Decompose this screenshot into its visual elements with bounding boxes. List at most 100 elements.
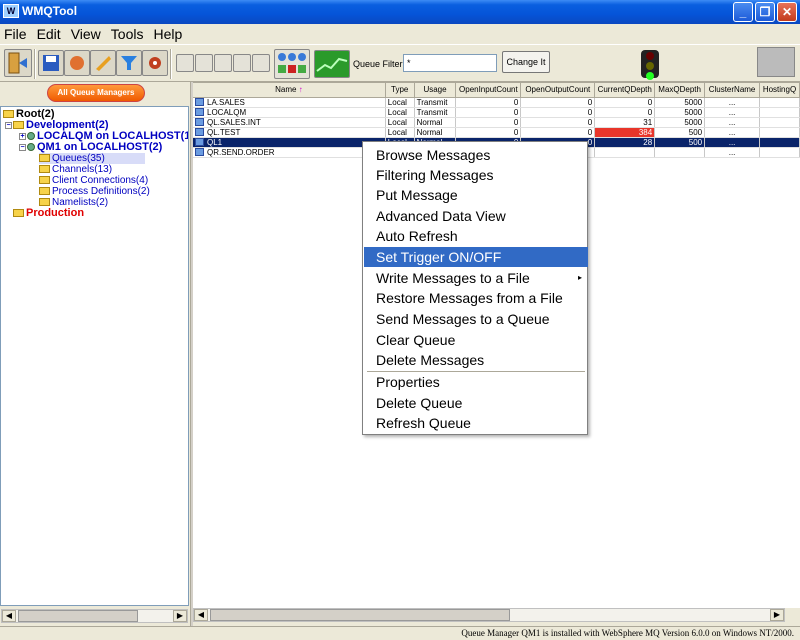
scrollbar-thumb[interactable] — [18, 610, 138, 622]
hosting-q — [759, 97, 800, 108]
cluster-name[interactable]: ... — [704, 147, 760, 158]
tree-process-definitions[interactable]: Process Definitions(2) — [39, 186, 150, 197]
menu-item-delete-messages[interactable]: Delete Messages — [364, 350, 588, 370]
queue-type: Local — [385, 127, 415, 138]
max-q-depth: 500 — [654, 127, 706, 138]
col-type[interactable]: Type — [385, 83, 415, 98]
open-input-count: 0 — [455, 107, 522, 118]
settings-icon[interactable] — [142, 50, 168, 76]
col-hosting-q[interactable]: HostingQ — [759, 83, 800, 98]
close-button[interactable]: ✕ — [777, 2, 797, 22]
open-input-count: 0 — [455, 117, 522, 128]
collapse-icon[interactable]: − — [5, 121, 12, 129]
tree-channels[interactable]: Channels(13) — [39, 164, 112, 175]
open-output-count: 0 — [520, 107, 596, 118]
col-cluster-name[interactable]: ClusterName — [704, 83, 760, 98]
scroll-left-icon[interactable]: ◀ — [2, 610, 16, 622]
menu-item-write-messages-to-file[interactable]: Write Messages to a File ▸ — [364, 268, 588, 288]
table-horizontal-scrollbar[interactable]: ◀ ▶ — [193, 608, 785, 622]
scroll-left-icon[interactable]: ◀ — [194, 609, 208, 621]
open-output-count: 0 — [520, 117, 596, 128]
menu-edit[interactable]: Edit — [33, 24, 65, 42]
menu-item-clear-queue[interactable]: Clear Queue — [364, 330, 588, 350]
menu-item-filtering-messages[interactable]: Filtering Messages — [364, 165, 588, 185]
menu-item-browse-messages[interactable]: Browse Messages — [364, 145, 588, 165]
view-icon-1[interactable] — [176, 54, 194, 72]
menu-item-set-trigger[interactable]: Set Trigger ON/OFF — [364, 247, 588, 267]
collapse-icon[interactable]: − — [19, 143, 26, 151]
folder-icon — [13, 209, 24, 218]
menu-item-refresh-queue[interactable]: Refresh Queue — [364, 413, 588, 433]
connect-icon[interactable] — [64, 50, 90, 76]
menu-item-properties[interactable]: Properties — [364, 372, 588, 392]
view-icon-2[interactable] — [195, 54, 213, 72]
menu-bar: File Edit View Tools Help — [0, 24, 800, 44]
table-row[interactable]: LA.SALES Local Transmit 0 0 0 5000 ... — [193, 97, 800, 108]
col-open-output-count[interactable]: OpenOutputCount — [520, 83, 596, 98]
traffic-light-icon — [641, 50, 659, 80]
exit-icon[interactable] — [4, 49, 32, 77]
table-row[interactable]: QL.TEST Local Normal 0 0 384 500 ... — [193, 127, 800, 138]
col-current-q-depth[interactable]: CurrentQDepth — [594, 83, 656, 98]
menu-item-restore-messages[interactable]: Restore Messages from a File — [364, 288, 588, 308]
folder-icon — [39, 176, 50, 185]
view-icon-4[interactable] — [233, 54, 251, 72]
current-q-depth-alert: 384 — [594, 127, 656, 138]
cluster-name[interactable]: ... — [704, 117, 760, 128]
queue-type: Local — [385, 97, 415, 108]
status-lights-icon[interactable] — [274, 49, 310, 79]
col-usage[interactable]: Usage — [414, 83, 457, 98]
menu-file[interactable]: File — [0, 24, 31, 42]
cluster-name[interactable]: ... — [704, 137, 760, 148]
menu-item-put-message[interactable]: Put Message — [364, 185, 588, 205]
tools-icon[interactable] — [90, 50, 116, 76]
tree-horizontal-scrollbar[interactable]: ◀ ▶ — [1, 609, 188, 623]
view-icon-5[interactable] — [252, 54, 270, 72]
tree-client-connections[interactable]: Client Connections(4) — [39, 175, 148, 186]
col-name[interactable]: Name ↑ — [193, 83, 386, 98]
open-input-count: 0 — [455, 127, 522, 138]
col-open-input-count[interactable]: OpenInputCount — [455, 83, 522, 98]
cluster-name[interactable]: ... — [704, 107, 760, 118]
filter-icon[interactable] — [116, 50, 142, 76]
queue-filter-input[interactable] — [403, 54, 497, 72]
scrollbar-thumb[interactable] — [210, 609, 510, 621]
queue-usage: Transmit — [414, 107, 457, 118]
expand-icon[interactable]: + — [19, 132, 26, 140]
toolbar-separator — [34, 49, 36, 79]
tree-queues[interactable]: Queues(35) — [39, 153, 145, 164]
all-queue-managers-button[interactable]: All Queue Managers — [47, 84, 145, 102]
menu-help[interactable]: Help — [149, 24, 186, 42]
change-it-button[interactable]: Change It — [502, 51, 550, 73]
current-q-depth: 0 — [594, 97, 656, 108]
table-row[interactable]: QL.SALES.INT Local Normal 0 0 31 5000 ..… — [193, 117, 800, 128]
tree-production[interactable]: Production — [13, 208, 84, 219]
view-icon-3[interactable] — [214, 54, 232, 72]
folder-icon — [39, 187, 50, 196]
open-input-count: 0 — [455, 97, 522, 108]
maximize-button[interactable]: ❐ — [755, 2, 775, 22]
scroll-right-icon[interactable]: ▶ — [770, 609, 784, 621]
cluster-name[interactable]: ... — [704, 97, 760, 108]
minimize-button[interactable]: _ — [733, 2, 753, 22]
console-icon[interactable] — [757, 47, 795, 77]
menu-tools[interactable]: Tools — [107, 24, 148, 42]
col-max-q-depth[interactable]: MaxQDepth — [654, 83, 706, 98]
toolbar: Queue Filter: Change It — [0, 44, 800, 82]
monitor-chart-icon[interactable] — [314, 50, 350, 78]
menu-item-send-messages[interactable]: Send Messages to a Queue — [364, 309, 588, 329]
hosting-q — [759, 137, 800, 148]
save-icon[interactable] — [38, 50, 64, 76]
queue-type: Local — [385, 107, 415, 118]
tree-qm1[interactable]: − QM1 on LOCALHOST(2) — [19, 142, 162, 153]
menu-item-delete-queue[interactable]: Delete Queue — [364, 393, 588, 413]
menu-item-advanced-data-view[interactable]: Advanced Data View — [364, 206, 588, 226]
menu-view[interactable]: View — [67, 24, 105, 42]
queue-name: QL.SALES.INT — [193, 117, 386, 128]
menu-item-auto-refresh[interactable]: Auto Refresh — [364, 226, 588, 246]
cluster-name[interactable]: ... — [704, 127, 760, 138]
table-row[interactable]: LOCALQM Local Transmit 0 0 0 5000 ... — [193, 107, 800, 118]
toolbar-separator — [170, 49, 172, 79]
open-output-count: 0 — [520, 127, 596, 138]
scroll-right-icon[interactable]: ▶ — [173, 610, 187, 622]
